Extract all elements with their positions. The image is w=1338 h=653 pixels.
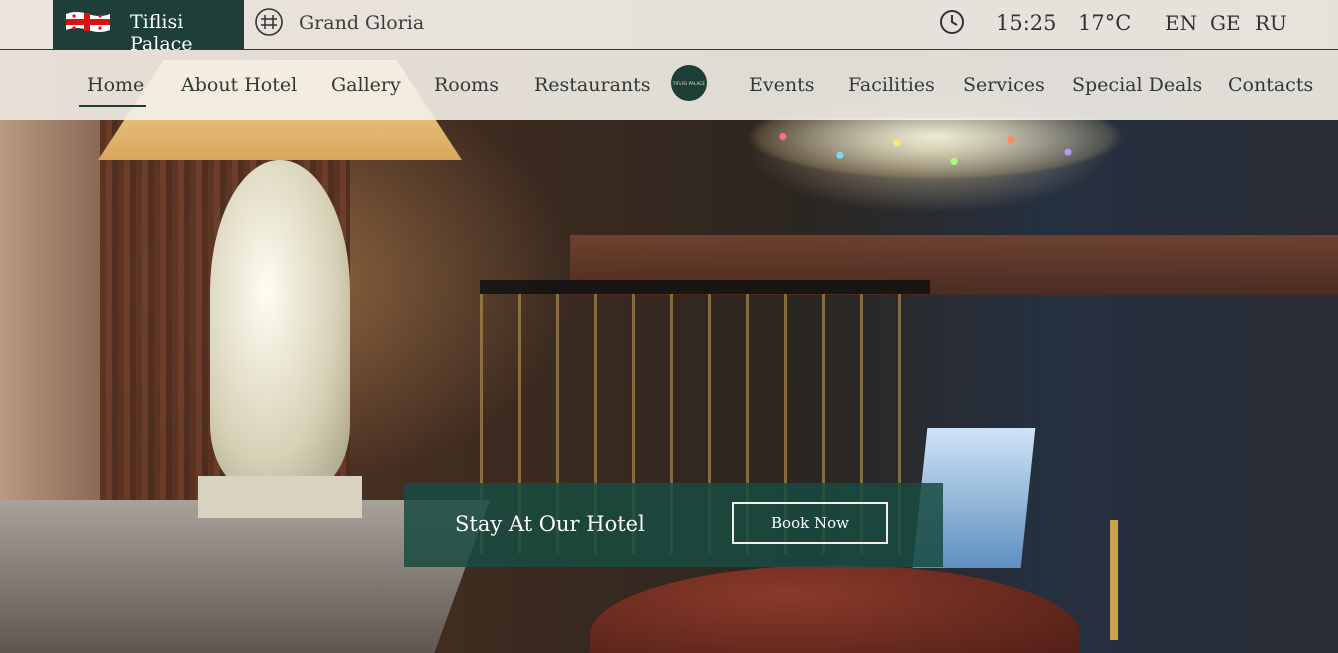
nav-rooms[interactable]: Rooms	[434, 74, 499, 96]
nav-restaurants[interactable]: Restaurants	[534, 74, 651, 96]
lang-en-button[interactable]: EN	[1165, 11, 1197, 35]
booking-title: Stay At Our Hotel	[455, 512, 645, 536]
nav-services[interactable]: Services	[963, 74, 1045, 96]
current-time: 15:25	[996, 11, 1057, 35]
nav-events[interactable]: Events	[749, 74, 814, 96]
booking-panel: Stay At Our Hotel Book Now	[404, 483, 943, 567]
current-temperature: 17°C	[1078, 11, 1132, 35]
nav-home[interactable]: Home	[87, 74, 144, 96]
hero-chandelier	[745, 118, 1125, 180]
brand-name: Tiflisi Palace	[130, 11, 193, 55]
brand-tab[interactable]: Tiflisi Palace	[53, 0, 244, 55]
nav-active-indicator	[79, 105, 146, 107]
book-now-button[interactable]: Book Now	[732, 502, 888, 544]
hero-lamp	[210, 160, 350, 490]
nav-special-deals[interactable]: Special Deals	[1072, 74, 1202, 96]
main-navigation: Home About Hotel Gallery Rooms Restauran…	[0, 50, 1338, 120]
hotel-logo[interactable]: TIFLISI PALACE	[671, 65, 707, 101]
top-bar: Tiflisi Palace Grand Gloria 15:25 17°C E…	[0, 0, 1338, 55]
lang-ge-button[interactable]: GE	[1210, 11, 1241, 35]
nav-about-hotel[interactable]: About Hotel	[181, 74, 297, 96]
nav-facilities[interactable]: Facilities	[848, 74, 935, 96]
georgia-flag-icon	[66, 12, 110, 32]
nav-gallery[interactable]: Gallery	[331, 74, 401, 96]
grand-gloria-link[interactable]: Grand Gloria	[299, 12, 424, 34]
hero-chair	[590, 565, 1080, 653]
nav-contacts[interactable]: Contacts	[1228, 74, 1313, 96]
clock-icon	[940, 10, 964, 34]
hotel-logo-text: TIFLISI PALACE	[672, 80, 706, 86]
lang-ru-button[interactable]: RU	[1255, 11, 1287, 35]
hero-lamp-base	[198, 476, 362, 518]
hero-post	[1110, 520, 1118, 640]
grand-gloria-logo-icon[interactable]	[254, 7, 284, 37]
